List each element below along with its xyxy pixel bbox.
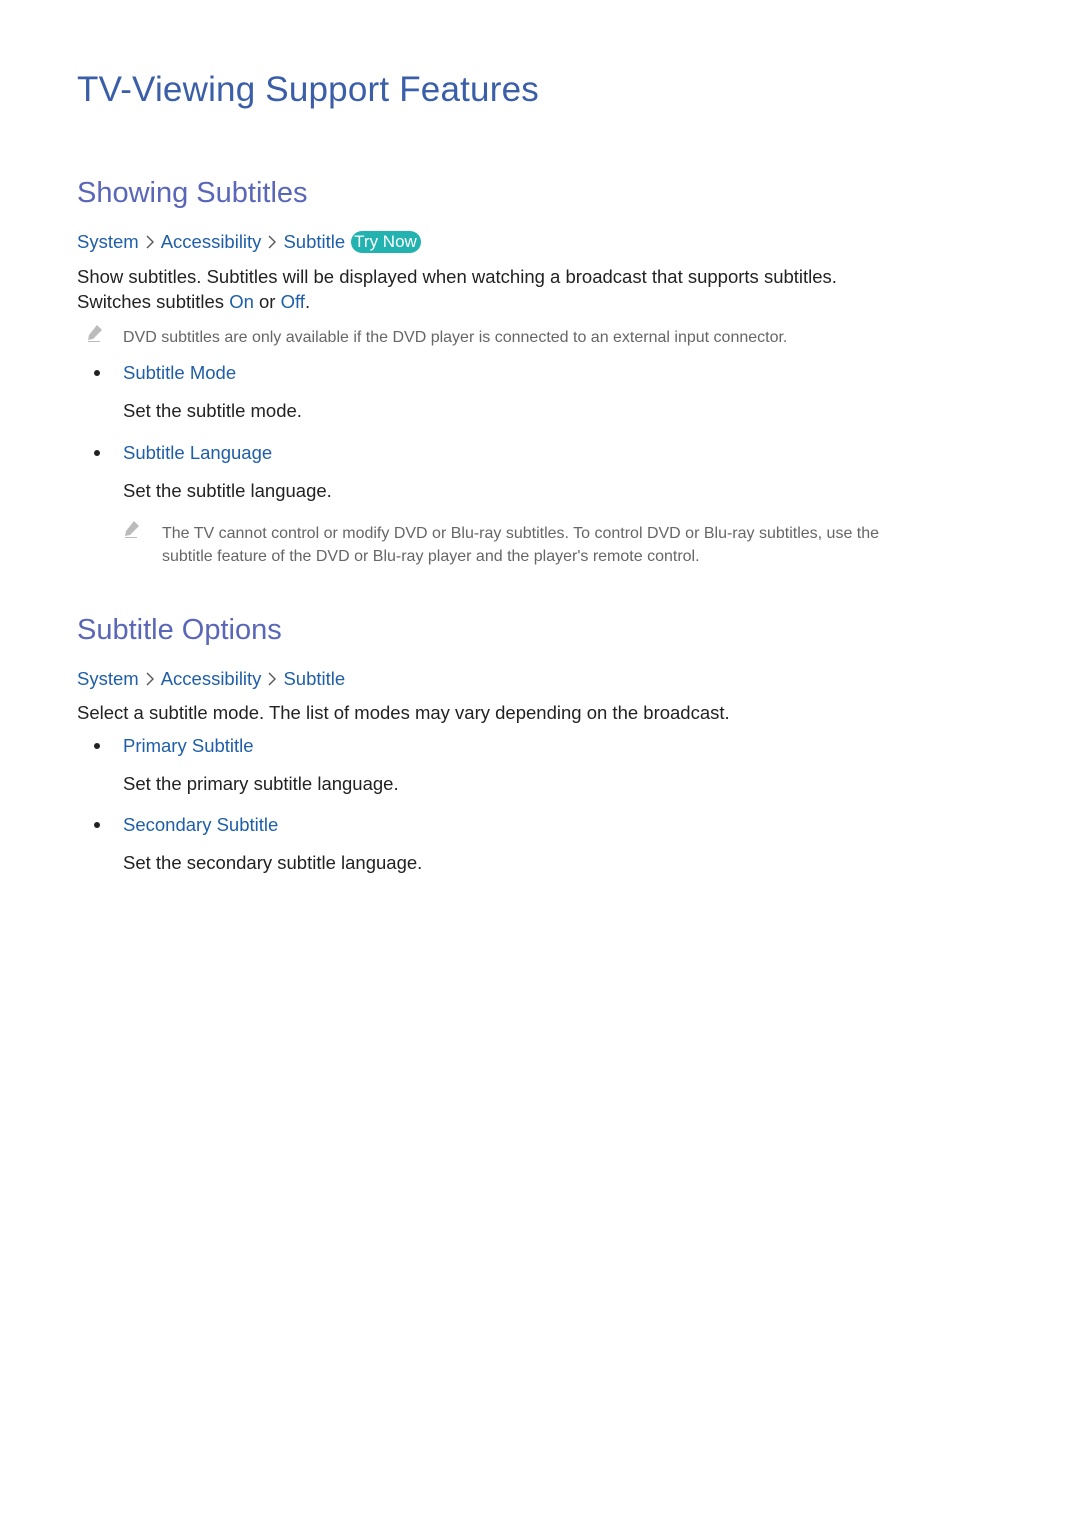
chevron-right-icon (267, 234, 277, 250)
chevron-right-icon (145, 671, 155, 687)
item-desc-subtitle-mode: Set the subtitle mode. (123, 400, 302, 421)
bullet-icon (94, 743, 100, 749)
section-heading-showing-subtitles: Showing Subtitles (77, 177, 308, 209)
description-line-2: Switches subtitles On or Off. (77, 289, 310, 314)
note-bluray-line-1: The TV cannot control or modify DVD or B… (162, 525, 880, 542)
document-page: TV-Viewing Support Features Showing Subt… (0, 0, 1080, 1527)
breadcrumb: System Accessibility Subtitle (77, 668, 345, 690)
bullet-icon (94, 822, 100, 828)
breadcrumb: System Accessibility Subtitle Try Now (77, 231, 421, 253)
option-off: Off (280, 291, 305, 312)
item-title-primary-subtitle: Primary Subtitle (123, 735, 254, 756)
description-suffix: . (304, 291, 311, 312)
breadcrumb-system[interactable]: System (77, 231, 139, 253)
description-line-1: Show subtitles. Subtitles will be displa… (77, 266, 837, 287)
chevron-right-icon (267, 671, 277, 687)
breadcrumb-subtitle[interactable]: Subtitle (283, 668, 345, 690)
chevron-right-icon (145, 234, 155, 250)
pencil-icon (122, 519, 142, 539)
breadcrumb-accessibility[interactable]: Accessibility (161, 231, 262, 253)
item-title-secondary-subtitle: Secondary Subtitle (123, 814, 279, 835)
description-prefix: Switches subtitles (77, 291, 230, 312)
bullet-icon (94, 450, 100, 456)
item-title-subtitle-mode: Subtitle Mode (123, 362, 237, 383)
description-subtitle-options: Select a subtitle mode. The list of mode… (77, 702, 730, 723)
description-or: or (253, 291, 281, 312)
breadcrumb-accessibility[interactable]: Accessibility (161, 668, 262, 690)
item-desc-secondary-subtitle: Set the secondary subtitle language. (123, 852, 423, 873)
bullet-icon (94, 370, 100, 376)
item-title-subtitle-language: Subtitle Language (123, 442, 273, 463)
note-dvd-subtitles: DVD subtitles are only available if the … (123, 329, 788, 346)
option-on: On (229, 291, 254, 312)
item-desc-primary-subtitle: Set the primary subtitle language. (123, 773, 399, 794)
note-bluray-line-2: subtitle feature of the DVD or Blu-ray p… (162, 548, 700, 565)
item-desc-subtitle-language: Set the subtitle language. (123, 480, 332, 501)
breadcrumb-subtitle[interactable]: Subtitle (283, 231, 345, 253)
pencil-icon (85, 323, 105, 343)
page-title: TV-Viewing Support Features (77, 70, 539, 109)
try-now-button[interactable]: Try Now (351, 231, 421, 253)
breadcrumb-system[interactable]: System (77, 668, 139, 690)
section-heading-subtitle-options: Subtitle Options (77, 614, 282, 646)
